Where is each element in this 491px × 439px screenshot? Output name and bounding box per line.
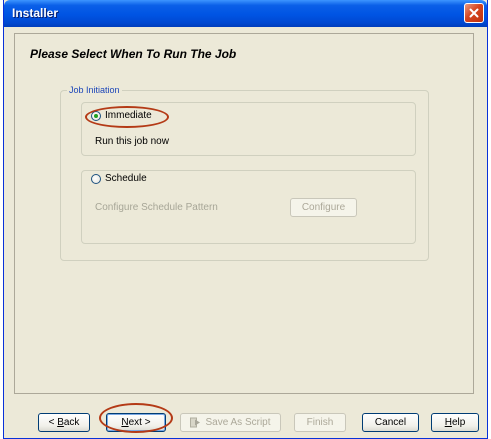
schedule-pattern-label: Configure Schedule Pattern: [95, 202, 218, 213]
help-label: Help: [445, 417, 466, 428]
close-button[interactable]: [464, 3, 484, 23]
radio-unselected-icon: [91, 173, 101, 184]
immediate-description: Run this job now: [95, 136, 169, 147]
save-as-script-button[interactable]: Save As Script: [180, 413, 281, 432]
window-title: Installer: [12, 6, 59, 20]
back-prefix: <: [48, 417, 58, 428]
help-mnemonic: H: [444, 417, 452, 428]
next-label: Next >: [121, 417, 150, 428]
immediate-radio[interactable]: Immediate: [88, 110, 155, 121]
help-button[interactable]: Help: [431, 413, 479, 432]
next-rest: ext >: [128, 417, 151, 428]
back-button[interactable]: < Back: [38, 413, 90, 432]
close-icon: [469, 8, 479, 18]
next-mnemonic: N: [121, 417, 129, 428]
content-panel: Please Select When To Run The Job Job In…: [14, 33, 474, 394]
configure-button[interactable]: Configure: [290, 198, 357, 217]
cancel-button[interactable]: Cancel: [362, 413, 419, 432]
help-rest: elp: [451, 417, 466, 428]
page-title: Please Select When To Run The Job: [30, 47, 237, 61]
schedule-label: Schedule: [105, 173, 147, 184]
next-button[interactable]: Next >: [106, 413, 166, 432]
script-play-icon: [190, 417, 201, 428]
back-label: < Back: [49, 417, 80, 428]
job-initiation-legend: Job Initiation: [69, 85, 120, 95]
immediate-label: Immediate: [105, 110, 152, 121]
finish-button[interactable]: Finish: [294, 413, 346, 432]
installer-window: Installer Please Select When To Run The …: [3, 0, 488, 439]
radio-selected-icon: [91, 110, 101, 121]
back-mnemonic: B: [57, 417, 64, 428]
back-rest: ack: [63, 417, 80, 428]
schedule-radio[interactable]: Schedule: [88, 173, 150, 184]
title-bar[interactable]: Installer: [4, 0, 487, 27]
save-as-script-label: Save As Script: [205, 417, 271, 428]
